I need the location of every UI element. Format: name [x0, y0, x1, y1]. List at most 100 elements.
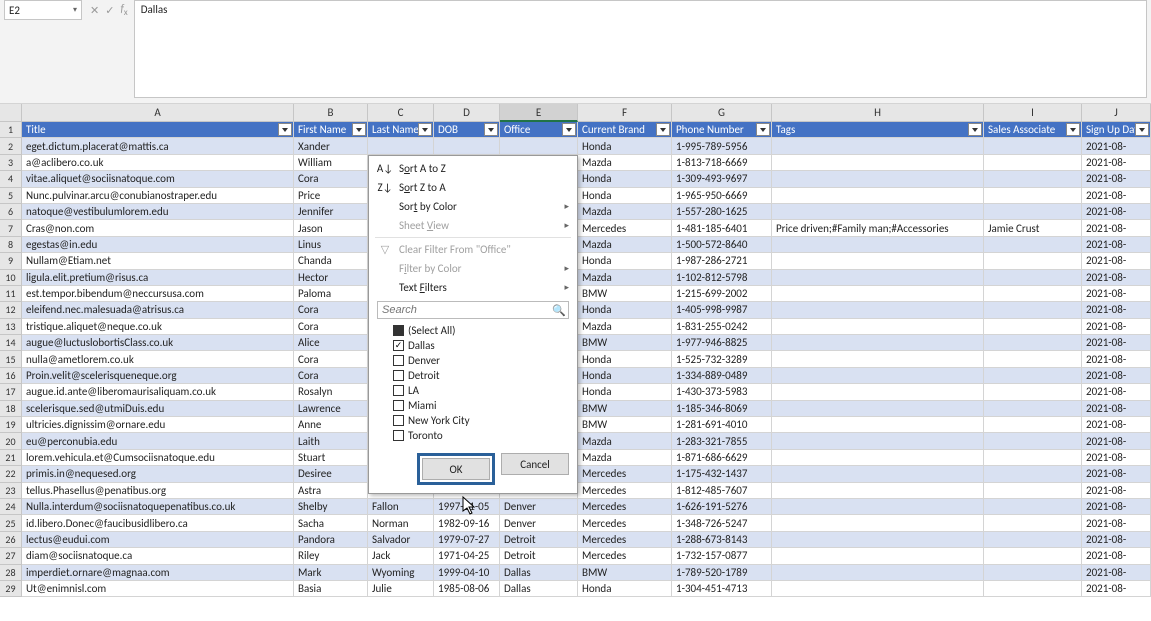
- column-header-C[interactable]: C: [368, 104, 434, 122]
- cancel-button[interactable]: Cancel: [501, 453, 569, 475]
- cell[interactable]: Honda: [578, 171, 672, 187]
- cell[interactable]: [984, 417, 1082, 433]
- cell[interactable]: 1-334-889-0489: [672, 368, 772, 384]
- cell[interactable]: [772, 286, 984, 302]
- cell[interactable]: [772, 581, 984, 597]
- cell[interactable]: vitae.aliquet@sociisnatoque.com: [22, 171, 294, 187]
- cell[interactable]: 2021-08-: [1082, 253, 1151, 269]
- cell[interactable]: 1-405-998-9987: [672, 302, 772, 318]
- cell[interactable]: 1-831-255-0242: [672, 319, 772, 335]
- cell[interactable]: 1-283-321-7855: [672, 433, 772, 449]
- cell[interactable]: nulla@ametlorem.co.uk: [22, 351, 294, 367]
- cell[interactable]: [772, 171, 984, 187]
- cell[interactable]: 1-732-157-0877: [672, 548, 772, 564]
- cell[interactable]: [984, 401, 1082, 417]
- cell[interactable]: 2021-08-: [1082, 548, 1151, 564]
- cell[interactable]: Mazda: [578, 319, 672, 335]
- cell[interactable]: Shelby: [294, 499, 368, 515]
- cell[interactable]: Honda: [578, 384, 672, 400]
- ok-button[interactable]: OK: [422, 458, 490, 480]
- checkbox-icon[interactable]: [393, 385, 404, 396]
- enter-icon[interactable]: ✓: [105, 4, 114, 17]
- filter-option[interactable]: Miami: [393, 398, 569, 413]
- cell[interactable]: Honda: [578, 351, 672, 367]
- filter-option[interactable]: Toronto: [393, 428, 569, 443]
- header-cell-E[interactable]: Office: [500, 122, 578, 138]
- cell[interactable]: 1-789-520-1789: [672, 565, 772, 581]
- row-number[interactable]: 1: [0, 122, 22, 138]
- cell[interactable]: 2021-08-: [1082, 565, 1151, 581]
- cell[interactable]: Cora: [294, 319, 368, 335]
- cell[interactable]: imperdiet.ornare@magnaa.com: [22, 565, 294, 581]
- cell[interactable]: 1-348-726-5247: [672, 515, 772, 531]
- cell[interactable]: Mazda: [578, 450, 672, 466]
- cell[interactable]: Riley: [294, 548, 368, 564]
- filter-option[interactable]: Dallas: [393, 338, 569, 353]
- cell[interactable]: [984, 138, 1082, 154]
- cell[interactable]: 2021-08-: [1082, 368, 1151, 384]
- cell[interactable]: Jamie Crust: [984, 220, 1082, 236]
- cell[interactable]: BMW: [578, 565, 672, 581]
- cell[interactable]: [772, 368, 984, 384]
- cell[interactable]: 1-871-686-6629: [672, 450, 772, 466]
- column-header-B[interactable]: B: [294, 104, 368, 122]
- cell[interactable]: lorem.vehicula.et@Cumsociisnatoque.edu: [22, 450, 294, 466]
- cell[interactable]: [984, 155, 1082, 171]
- cell[interactable]: Mazda: [578, 204, 672, 220]
- cell[interactable]: 2021-08-: [1082, 204, 1151, 220]
- row-number[interactable]: 15: [0, 351, 22, 367]
- row-number[interactable]: 4: [0, 171, 22, 187]
- cell[interactable]: 2021-08-: [1082, 319, 1151, 335]
- cell[interactable]: Detroit: [500, 548, 578, 564]
- cell[interactable]: 1-525-732-3289: [672, 351, 772, 367]
- cell[interactable]: 2021-08-: [1082, 515, 1151, 531]
- header-cell-C[interactable]: Last Name: [368, 122, 434, 138]
- cell[interactable]: 2021-08-: [1082, 466, 1151, 482]
- cell[interactable]: [984, 515, 1082, 531]
- cell[interactable]: ligula.elit.pretium@risus.ca: [22, 270, 294, 286]
- cell[interactable]: 2021-08-: [1082, 138, 1151, 154]
- cell[interactable]: Mazda: [578, 237, 672, 253]
- column-header-D[interactable]: D: [434, 104, 500, 122]
- cell[interactable]: [772, 270, 984, 286]
- cell[interactable]: Salvador: [368, 532, 434, 548]
- cell[interactable]: Lawrence: [294, 401, 368, 417]
- checkbox-icon[interactable]: [393, 430, 404, 441]
- cell[interactable]: Jennifer: [294, 204, 368, 220]
- sort-by-color[interactable]: Sort by Color▸: [369, 197, 577, 216]
- checkbox-icon[interactable]: [393, 415, 404, 426]
- filter-search-input[interactable]: [377, 301, 569, 319]
- cell[interactable]: 1-281-691-4010: [672, 417, 772, 433]
- sort-az[interactable]: A↓ Sort A to Z: [369, 159, 577, 178]
- cell[interactable]: 1-215-699-2002: [672, 286, 772, 302]
- cell[interactable]: tristique.aliquet@neque.co.uk: [22, 319, 294, 335]
- cell[interactable]: Julie: [368, 581, 434, 597]
- cell[interactable]: augue@luctuslobortisClass.co.uk: [22, 335, 294, 351]
- cell[interactable]: [984, 171, 1082, 187]
- cell[interactable]: 2021-08-: [1082, 433, 1151, 449]
- cell[interactable]: Alice: [294, 335, 368, 351]
- cell[interactable]: 2021-08-: [1082, 302, 1151, 318]
- cell[interactable]: 2021-08-: [1082, 401, 1151, 417]
- cell[interactable]: Denver: [500, 515, 578, 531]
- cell[interactable]: Nullam@Etiam.net: [22, 253, 294, 269]
- cell[interactable]: Ut@enimnisl.com: [22, 581, 294, 597]
- row-number[interactable]: 28: [0, 565, 22, 581]
- column-header-I[interactable]: I: [984, 104, 1082, 122]
- cell[interactable]: Honda: [578, 302, 672, 318]
- filter-option[interactable]: New York City: [393, 413, 569, 428]
- cell[interactable]: 2021-08-: [1082, 220, 1151, 236]
- header-cell-D[interactable]: DOB: [434, 122, 500, 138]
- header-cell-B[interactable]: First Name: [294, 122, 368, 138]
- cell[interactable]: [772, 499, 984, 515]
- filter-button-G[interactable]: [756, 123, 770, 136]
- cell[interactable]: Mercedes: [578, 532, 672, 548]
- filter-button-E[interactable]: [562, 123, 576, 136]
- cell[interactable]: Dallas: [500, 565, 578, 581]
- cell[interactable]: Dallas: [500, 581, 578, 597]
- cell[interactable]: 2021-08-: [1082, 417, 1151, 433]
- select-all-corner[interactable]: [0, 104, 22, 122]
- cell[interactable]: [772, 532, 984, 548]
- cell[interactable]: [984, 270, 1082, 286]
- row-number[interactable]: 26: [0, 532, 22, 548]
